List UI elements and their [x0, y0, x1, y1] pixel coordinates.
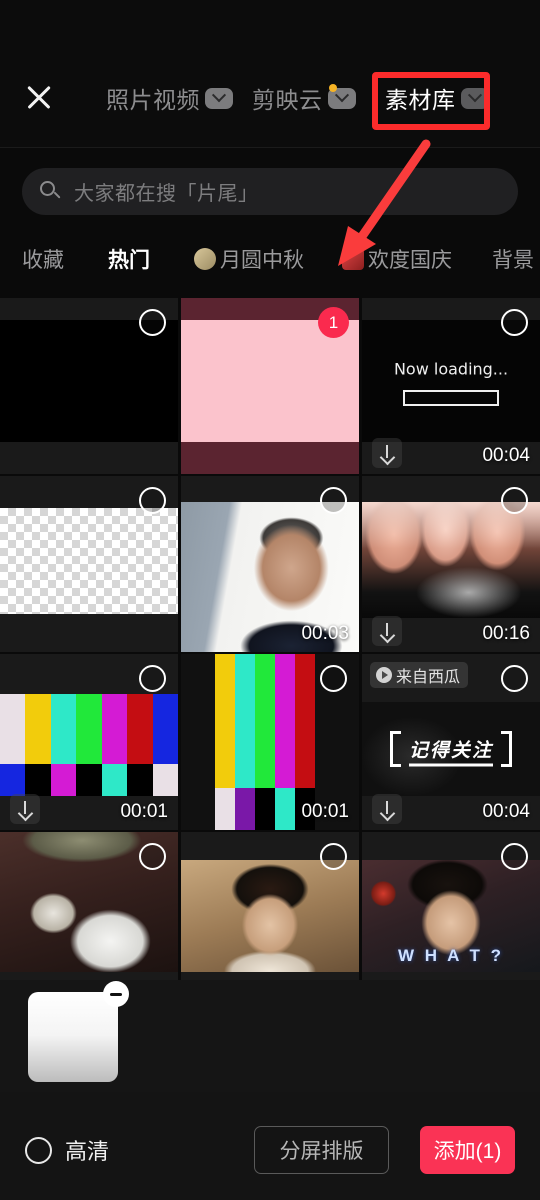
moon-icon — [194, 248, 216, 270]
material-library-screen: 照片视频 剪映云 素材库 大家都在搜「片尾」 收藏 热门 月圆中秋 欢度国庆 背… — [0, 0, 540, 1200]
close-icon[interactable] — [22, 80, 56, 114]
play-circle-icon — [376, 667, 392, 683]
material-cell[interactable] — [0, 832, 178, 980]
chevron-down-icon[interactable] — [327, 83, 356, 109]
new-dot-indicator — [328, 83, 337, 92]
category-tab-hot[interactable]: 热门 — [108, 244, 150, 274]
category-tab-midautumn[interactable]: 月圆中秋 — [194, 244, 304, 274]
download-icon[interactable] — [10, 794, 40, 824]
material-cell[interactable]: 00:16 — [362, 476, 540, 652]
category-tab-background[interactable]: 背景 — [492, 244, 534, 274]
category-tab-nationalday[interactable]: 欢度国庆 — [342, 244, 452, 274]
divider — [0, 147, 540, 148]
select-circle-icon[interactable] — [320, 665, 347, 692]
duration-label: 00:01 — [120, 801, 168, 822]
material-grid[interactable]: 1 Now loading... 00:04 00:03 00:16 00:01… — [0, 298, 540, 980]
add-button[interactable]: 添加(1) — [420, 1126, 515, 1174]
select-circle-icon[interactable] — [501, 665, 528, 692]
select-circle-icon[interactable] — [501, 487, 528, 514]
select-circle-icon[interactable] — [139, 665, 166, 692]
grid-row: W H A T ? — [0, 832, 540, 980]
select-circle-icon[interactable] — [501, 309, 528, 336]
tab-cloud[interactable]: 剪映云 — [252, 78, 356, 118]
flag-icon — [342, 248, 364, 270]
material-cell[interactable]: Now loading... 00:04 — [362, 298, 540, 474]
tab-photo-video-label: 照片视频 — [106, 87, 200, 113]
hd-toggle[interactable]: 高清 — [25, 1134, 109, 1166]
selection-order-badge[interactable]: 1 — [318, 307, 349, 338]
chevron-down-icon[interactable] — [460, 87, 489, 109]
download-icon[interactable] — [372, 438, 402, 468]
split-layout-button[interactable]: 分屏排版 — [254, 1126, 389, 1174]
category-label: 欢度国庆 — [368, 249, 452, 272]
selected-clips-strip — [0, 980, 540, 1092]
material-cell[interactable]: 00:01 — [0, 654, 178, 830]
material-cell[interactable]: 记得关注 来自西瓜 00:04 — [362, 654, 540, 830]
material-cell[interactable] — [0, 476, 178, 652]
category-label: 热门 — [108, 249, 150, 272]
tab-cloud-label: 剪映云 — [252, 87, 323, 113]
selected-clip-thumbnail[interactable] — [28, 981, 129, 1082]
bracket-left-decor — [390, 731, 401, 767]
select-circle-icon[interactable] — [139, 487, 166, 514]
hd-label: 高清 — [65, 1139, 110, 1164]
search-placeholder: 大家都在搜「片尾」 — [74, 183, 259, 205]
top-navigation-bar: 照片视频 剪映云 素材库 — [0, 0, 540, 148]
select-circle-icon[interactable] — [320, 487, 347, 514]
loading-text: Now loading... — [393, 359, 509, 379]
search-input[interactable]: 大家都在搜「片尾」 — [22, 168, 518, 215]
category-tab-strip[interactable]: 收藏 热门 月圆中秋 欢度国庆 背景 — [0, 233, 540, 285]
material-cell[interactable]: W H A T ? — [362, 832, 540, 980]
tab-photo-video[interactable]: 照片视频 — [106, 78, 233, 118]
search-icon — [40, 180, 62, 203]
overlay-text: W H A T ? — [398, 946, 504, 965]
category-label: 月圆中秋 — [220, 249, 304, 272]
tab-material-library-label: 素材库 — [385, 87, 456, 113]
duration-label: 00:01 — [301, 801, 349, 822]
download-icon[interactable] — [372, 794, 402, 824]
grid-row: 00:01 00:01 记得关注 来自西瓜 00:04 — [0, 654, 540, 830]
material-cell-selected[interactable]: 1 — [181, 298, 359, 474]
chevron-down-icon[interactable] — [205, 87, 233, 109]
material-cell[interactable] — [181, 832, 359, 980]
select-circle-icon[interactable] — [139, 843, 166, 870]
remove-clip-icon[interactable] — [103, 981, 129, 1007]
material-cell[interactable] — [0, 298, 178, 474]
duration-label: 00:16 — [482, 623, 530, 644]
category-label: 收藏 — [22, 249, 64, 272]
duration-label: 00:04 — [482, 445, 530, 466]
radio-icon[interactable] — [25, 1136, 52, 1164]
download-icon[interactable] — [372, 616, 402, 646]
select-circle-icon[interactable] — [139, 309, 166, 336]
grid-row: 1 Now loading... 00:04 — [0, 298, 540, 474]
source-badge: 来自西瓜 — [370, 662, 469, 688]
grid-row: 00:03 00:16 — [0, 476, 540, 652]
material-cell[interactable]: 00:03 — [181, 476, 359, 652]
material-cell[interactable]: 00:01 — [181, 654, 359, 830]
tab-material-library[interactable]: 素材库 — [385, 78, 489, 118]
duration-label: 00:03 — [301, 623, 349, 644]
source-label: 来自西瓜 — [396, 669, 461, 686]
category-tab-favorites[interactable]: 收藏 — [22, 244, 64, 274]
bracket-right-decor — [501, 731, 512, 767]
select-circle-icon[interactable] — [501, 843, 528, 870]
overlay-text: 记得关注 — [408, 735, 494, 767]
select-circle-icon[interactable] — [320, 843, 347, 870]
category-label: 背景 — [492, 249, 534, 272]
loading-bar — [403, 389, 499, 406]
duration-label: 00:04 — [482, 801, 530, 822]
